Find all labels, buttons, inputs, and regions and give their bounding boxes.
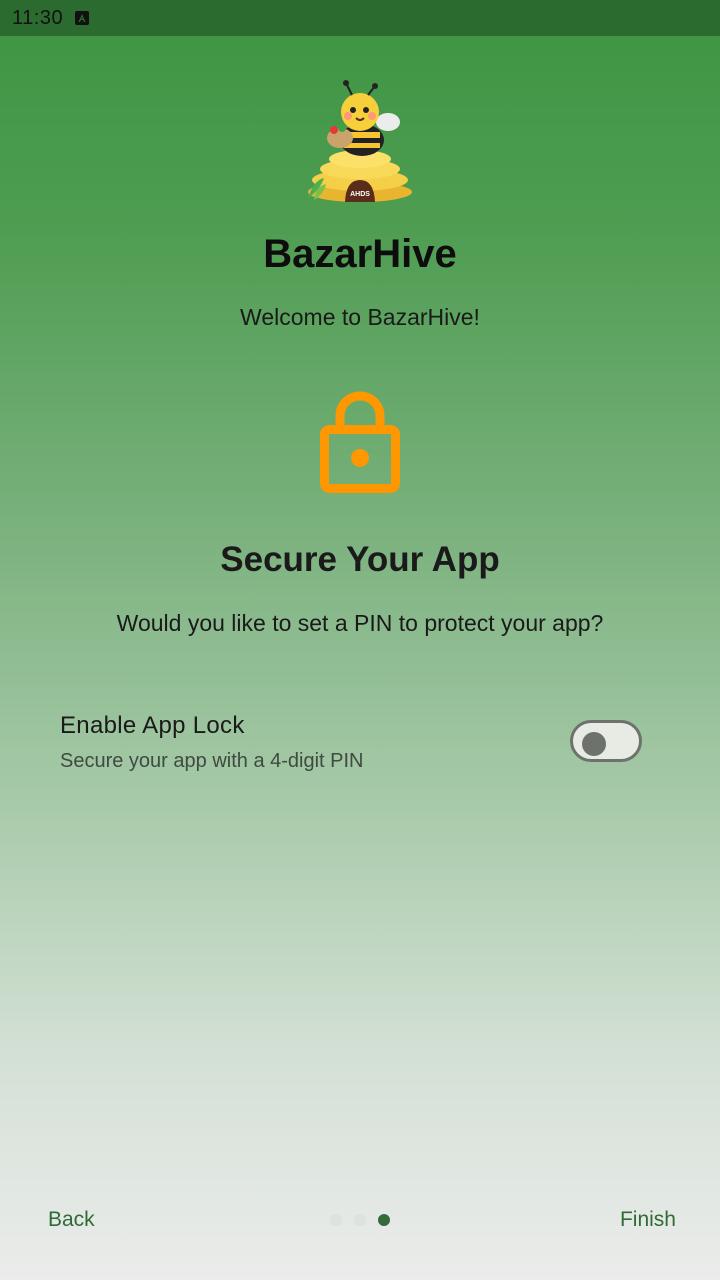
status-time: 11:30 — [12, 6, 64, 29]
status-bar: 11:30 — [0, 0, 720, 36]
page-indicator-dot — [354, 1214, 366, 1226]
finish-button[interactable]: Finish — [602, 1200, 694, 1240]
a-letter-icon — [75, 11, 90, 25]
app-lock-setting-row[interactable]: Enable App Lock Secure your app with a 4… — [60, 712, 660, 782]
page-indicator-dot — [330, 1214, 342, 1226]
logo-badge-text: AHDS — [350, 191, 370, 198]
lock-icon — [316, 386, 404, 496]
page-description: Would you like to set a PIN to protect y… — [116, 610, 604, 636]
back-button[interactable]: Back — [30, 1200, 113, 1240]
app-lock-label: Enable App Lock — [60, 712, 245, 739]
app-lock-toggle[interactable] — [570, 720, 642, 762]
page-indicator — [330, 1214, 390, 1226]
page-indicator-dot-active — [378, 1214, 390, 1226]
bee-hive-logo: AHDS — [300, 80, 420, 205]
toggle-thumb — [582, 732, 606, 756]
app-name: BazarHive — [263, 232, 457, 276]
app-lock-sublabel: Secure your app with a 4-digit PIN — [60, 750, 364, 772]
welcome-text: Welcome to BazarHive! — [240, 304, 480, 330]
page-title: Secure Your App — [220, 540, 500, 579]
